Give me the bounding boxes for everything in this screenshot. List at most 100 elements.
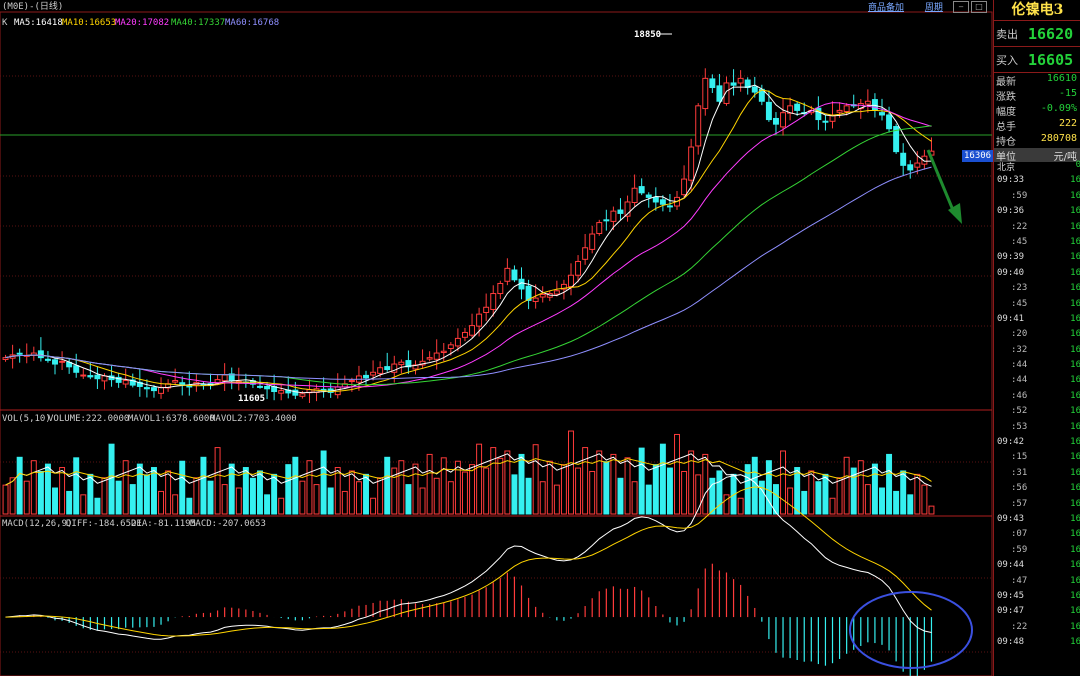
tick-price: 16 bbox=[1070, 606, 1080, 617]
volume-bar bbox=[575, 467, 582, 515]
tick-row: 09:48 16 bbox=[994, 637, 1080, 652]
buy-quote[interactable]: 买入 16605 bbox=[994, 46, 1080, 73]
volume-bar bbox=[702, 453, 709, 515]
link-period[interactable]: 周期 bbox=[925, 3, 943, 13]
minimize-icon[interactable]: ‒ bbox=[953, 1, 969, 13]
quote-stats: 最新 16610 涨跌 -15 幅度 -0.09% 总手 222 持仓 280708 bbox=[994, 73, 1080, 148]
ma5-legend: MA5:16418 bbox=[14, 18, 63, 28]
volume-bar bbox=[94, 497, 101, 515]
volume-bar bbox=[186, 497, 193, 515]
tick-row: :23 16 bbox=[994, 283, 1080, 298]
tick-row: :22 16 bbox=[994, 222, 1080, 237]
candle-body bbox=[659, 199, 666, 205]
candle-body bbox=[730, 82, 737, 86]
candle-body bbox=[433, 352, 440, 360]
candle-body bbox=[822, 120, 829, 123]
volume-bar bbox=[652, 464, 659, 515]
chart-window: { "header": { "code_title": "(M0E)-(日线)"… bbox=[0, 0, 1080, 676]
candle-body bbox=[122, 380, 129, 385]
candle-body bbox=[568, 274, 574, 288]
tick-row: 09:41 16 bbox=[994, 314, 1080, 329]
tick-row: 09:36 16 bbox=[994, 206, 1080, 221]
volume-bar bbox=[172, 494, 179, 515]
tick-time: 09:44 bbox=[997, 560, 1025, 571]
candle-body bbox=[603, 219, 610, 222]
stat-row: 幅度 -0.09% bbox=[994, 103, 1080, 118]
volume-bar bbox=[447, 481, 454, 515]
tick-row: :22 16 bbox=[994, 622, 1080, 637]
tick-time: 09:41 bbox=[997, 313, 1025, 324]
tick-time: 09:48 bbox=[997, 637, 1025, 648]
stat-row: 最新 16610 bbox=[994, 73, 1080, 88]
volume-bar bbox=[871, 463, 878, 515]
candle-body bbox=[709, 78, 716, 89]
volume-bar bbox=[907, 494, 914, 515]
volume-bar bbox=[249, 477, 256, 515]
restore-icon[interactable]: □ bbox=[971, 1, 987, 13]
candle-body bbox=[645, 194, 652, 198]
volume-bar bbox=[200, 456, 207, 515]
volume-bar bbox=[787, 487, 794, 515]
tick-price: 16 bbox=[1070, 529, 1080, 540]
link-product[interactable]: 商品备加 bbox=[868, 3, 904, 13]
volume-bar bbox=[101, 477, 108, 515]
volume-bar bbox=[511, 474, 518, 515]
candle-body bbox=[836, 109, 843, 113]
tick-row: :57 16 bbox=[994, 499, 1080, 514]
volume-bar bbox=[765, 460, 772, 515]
tick-row: 09:44 16 bbox=[994, 560, 1080, 575]
volume-bar bbox=[73, 457, 80, 515]
tick-time: :15 bbox=[1011, 452, 1028, 463]
tick-price: 16 bbox=[1070, 560, 1080, 571]
tick-time: :57 bbox=[1011, 498, 1028, 509]
tick-price: 16 bbox=[1070, 313, 1080, 324]
candle-body bbox=[370, 371, 377, 376]
tick-price: 16 bbox=[1070, 175, 1080, 186]
volume-bar bbox=[864, 484, 871, 515]
stat-value: 222 bbox=[1058, 118, 1077, 129]
ma-lines-layer bbox=[5, 84, 932, 394]
candle-body bbox=[794, 103, 801, 111]
tick-price: 16 bbox=[1070, 283, 1080, 294]
candle-body bbox=[461, 331, 468, 338]
volume-bar bbox=[363, 473, 369, 515]
volume-bar bbox=[405, 484, 412, 515]
volume-bar bbox=[377, 477, 384, 515]
volume-bar bbox=[836, 477, 843, 515]
volume-bar bbox=[751, 456, 758, 515]
tick-price: 16 bbox=[1070, 621, 1080, 632]
volume-bar bbox=[808, 470, 815, 515]
volume-bar bbox=[723, 494, 730, 515]
candle-body bbox=[751, 86, 758, 93]
tick-time: :31 bbox=[1011, 467, 1028, 478]
volume-bar bbox=[483, 467, 490, 515]
tick-price: 16 bbox=[1070, 544, 1080, 555]
tick-time: :46 bbox=[1011, 390, 1028, 401]
stat-row: 总手 222 bbox=[994, 118, 1080, 133]
candle-body bbox=[695, 105, 702, 147]
candle-body bbox=[377, 367, 384, 374]
volume-bar bbox=[461, 471, 468, 515]
candle-body bbox=[398, 361, 405, 366]
tick-time: 09:42 bbox=[997, 437, 1025, 448]
volume-bar bbox=[433, 477, 440, 515]
chart-canvas: (M0E)-(日线) K MA5:16418 MA10:16653 MA20:1… bbox=[0, 0, 993, 676]
stat-label: 幅度 bbox=[996, 107, 1016, 118]
volume-value: VOLUME:222.0000 bbox=[48, 414, 129, 424]
tick-row: :07 16 bbox=[994, 529, 1080, 544]
candle-body bbox=[150, 387, 157, 392]
candle-body bbox=[575, 260, 582, 276]
tick-time: :20 bbox=[1011, 329, 1028, 340]
volume-bar bbox=[624, 457, 631, 515]
candle-body bbox=[610, 210, 617, 222]
candle-body bbox=[44, 358, 51, 361]
sell-quote[interactable]: 卖出 16620 bbox=[994, 20, 1080, 46]
tick-time: 09:33 bbox=[997, 175, 1025, 186]
volume-bar bbox=[780, 450, 787, 515]
tick-list[interactable]: 北京 0 09:33 16:59 16 09:36 16:22 16:45 16 09:39 16 0… bbox=[994, 160, 1080, 653]
buy-value: 16605 bbox=[1028, 50, 1074, 69]
tick-time: :45 bbox=[1011, 236, 1028, 247]
volume-bar bbox=[426, 453, 433, 515]
volume-bar bbox=[115, 480, 122, 515]
candle-body bbox=[737, 77, 744, 84]
